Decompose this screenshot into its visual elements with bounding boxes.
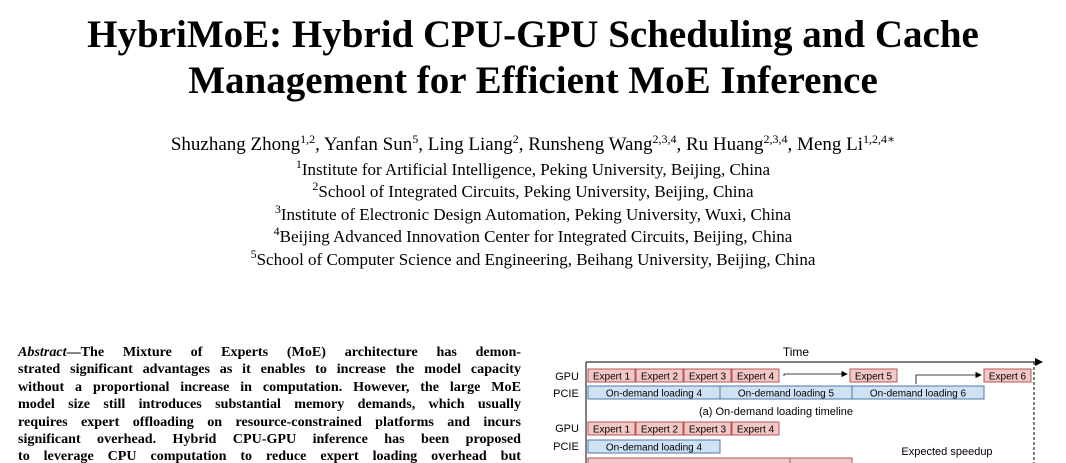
pcie-block-a-label: On-demand loading 4 [606, 389, 703, 400]
author-separator: , [315, 134, 324, 155]
time-axis-label: Time [783, 345, 810, 359]
gpu-block-a-label: Expert 6 [989, 372, 1027, 383]
author-name: Ru Huang [685, 134, 764, 155]
affiliation-text: Beijing Advanced Innovation Center for I… [279, 227, 793, 247]
author-name: Ling Liang [427, 134, 513, 155]
author-name: Shuzhang Zhong [170, 134, 301, 155]
affiliation: 3Institute of Electronic Design Automati… [0, 203, 1066, 226]
gpu-block-a-label: Expert 5 [855, 372, 893, 383]
gpu-block-b-label: Expert 3 [689, 425, 727, 436]
affiliation: 1Institute for Artificial Intelligence, … [0, 158, 1066, 181]
cpu-block-b-1 [587, 457, 791, 463]
affiliation: 5School of Computer Science and Engineer… [0, 248, 1066, 271]
author-list: Shuzhang Zhong1,2, Yanfan Sun5, Ling Lia… [0, 133, 1066, 157]
dep-arrow-6 [915, 371, 982, 384]
affiliation-text: School of Computer Science and Engineeri… [256, 249, 816, 269]
abstract-line: model size still introduces substantial … [18, 396, 521, 413]
pcie-block-b-label: On-demand loading 4 [606, 443, 703, 454]
author-affil-sup: 1,2,4∗ [863, 132, 896, 146]
affiliation: 2School of Integrated Circuits, Peking U… [0, 180, 1066, 203]
author-separator: , [418, 134, 428, 155]
paper-title: HybriMoE: Hybrid CPU-GPU Scheduling and … [0, 12, 1066, 104]
pcie-block-a-label: On-demand loading 6 [870, 389, 967, 400]
author-affil-sup: 1,2 [300, 132, 316, 146]
row-label-pcie-a: PCIE [553, 388, 579, 400]
row-label-gpu-a: GPU [555, 371, 579, 383]
affiliation-list: 1Institute for Artificial Intelligence, … [0, 158, 1066, 271]
affiliation-text: Institute for Artificial Intelligence, P… [301, 160, 771, 179]
abstract-line: to leverage CPU computation to reduce ex… [18, 448, 521, 463]
gpu-block-a-label: Expert 4 [737, 372, 775, 383]
abstract-line: significant overhead. Hybrid CPU-GPU inf… [18, 431, 521, 448]
title-line-2: Management for Efficient MoE Inference [188, 59, 878, 102]
gpu-block-a-label: Expert 3 [689, 372, 727, 383]
gpu-block-b-label: Expert 2 [641, 425, 679, 436]
author-affil-sup: 2,3,4 [763, 132, 788, 146]
speedup-label: Expected speedup [901, 446, 992, 458]
affiliation-text: Institute of Electronic Design Automatio… [280, 204, 792, 224]
pcie-block-a-label: On-demand loading 5 [738, 389, 835, 400]
timeline-svg: Time GPU PCIE Expert 1 Expert 2 Expert 3 Exper… [553, 345, 1043, 463]
abstract-line: Abstract—The Mixture of Experts (MoE) ar… [18, 344, 521, 360]
gpu-block-b-label: Expert 4 [737, 425, 775, 436]
author-separator: , [787, 134, 798, 155]
abstract-line: requires expert offloading on resource-c… [18, 413, 521, 430]
gpu-block-a-label: Expert 1 [593, 372, 631, 383]
author-separator: , [676, 134, 686, 155]
abstract: Abstract—The Mixture of Experts (MoE) ar… [18, 344, 521, 463]
abstract-line: without a proportional increase in compu… [18, 378, 521, 395]
author-separator: , [518, 134, 529, 155]
affiliation-text: School of Integrated Circuits, Peking Un… [318, 182, 754, 202]
author-affil-sup: 2,3,4 [652, 132, 677, 146]
author-name: Yanfan Sun [323, 134, 413, 155]
title-line-1: HybriMoE: Hybrid CPU-GPU Scheduling and … [87, 13, 979, 56]
abstract-line: strated significant advantages as it ena… [18, 361, 521, 378]
cpu-block-b-2 [789, 457, 853, 463]
dep-arrow-5 [783, 370, 848, 378]
author-name: Runsheng Wang [528, 134, 653, 155]
gpu-block-b-label: Expert 1 [593, 425, 631, 436]
affiliation: 4Beijing Advanced Innovation Center for … [0, 225, 1066, 248]
author-name: Meng Li [797, 134, 864, 155]
caption-a: (a) On-demand loading timeline [699, 406, 853, 418]
figure-timeline: Time GPU PCIE Expert 1 Expert 2 Expert 3 Exper… [540, 340, 1066, 463]
row-label-pcie-b: PCIE [553, 441, 579, 453]
row-label-gpu-b: GPU [555, 423, 579, 435]
gpu-block-a-label: Expert 2 [641, 372, 679, 383]
abstract-label: Abstract [18, 344, 67, 360]
